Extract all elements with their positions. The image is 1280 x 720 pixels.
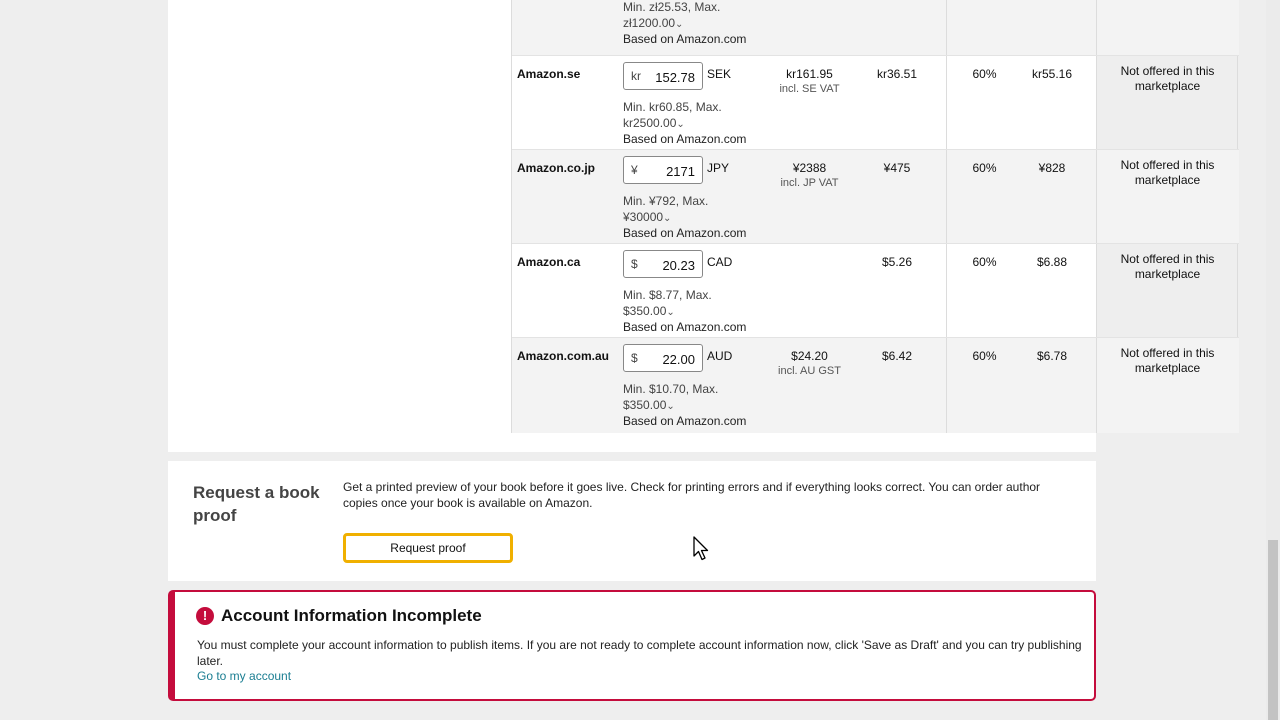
currency-symbol: ¥ <box>631 163 638 177</box>
list-price-input[interactable]: $ 20.23 <box>623 250 703 278</box>
price-range: Min. $8.77, Max. $350.00⌄ Based on Amazo… <box>623 288 753 336</box>
list-price-with-tax: ¥2388 incl. JP VAT <box>752 161 867 190</box>
currency-code: JPY <box>707 161 730 175</box>
alert-message: You must complete your account informati… <box>197 638 1082 668</box>
table-row-partial: Min. zł25.53, Max. zł1200.00⌄ Based on A… <box>512 0 1239 56</box>
marketplace-name: Amazon.se <box>517 67 581 81</box>
royalty-rate: 60% <box>972 255 997 269</box>
price-value[interactable]: 2171 <box>666 164 695 179</box>
expanded-distribution-status: Not offered in this marketplace <box>1120 158 1215 187</box>
table-row: Amazon.se kr 152.78 SEK Min. kr60.85, Ma… <box>512 56 1239 150</box>
price-range: Min. ¥792, Max. ¥30000⌄ Based on Amazon.… <box>623 194 753 242</box>
column-divider <box>946 244 947 337</box>
price-range: Min. $10.70, Max. $350.00⌄ Based on Amaz… <box>623 382 753 430</box>
royalty-amount: $6.78 <box>1036 349 1068 363</box>
table-row: Amazon.ca $ 20.23 CAD Min. $8.77, Max. $… <box>512 244 1239 338</box>
royalty-rate: 60% <box>972 349 997 363</box>
price-range-min: Min. kr60.85, Max. <box>623 100 722 114</box>
royalty-amount: kr55.16 <box>1031 67 1073 81</box>
column-divider <box>946 150 947 243</box>
list-price-with-tax: kr161.95 incl. SE VAT <box>752 67 867 96</box>
scrollbar-thumb[interactable] <box>1268 540 1278 720</box>
pricing-table: Min. zł25.53, Max. zł1200.00⌄ Based on A… <box>511 0 1239 433</box>
price-range-max: $350.00 <box>623 397 667 412</box>
table-row: Amazon.co.jp ¥ 2171 JPY Min. ¥792, Max. … <box>512 150 1239 244</box>
error-icon: ! <box>196 607 214 625</box>
based-on-label: Based on Amazon.com <box>623 320 747 334</box>
price-range-min: Min. $10.70, Max. <box>623 382 719 396</box>
chevron-down-icon[interactable]: ⌄ <box>675 19 683 30</box>
price-range-max: zł1200.00 <box>623 15 676 30</box>
price-range-max: $350.00 <box>623 303 667 318</box>
column-divider <box>1096 0 1097 55</box>
printing-cost: ¥475 <box>883 161 911 175</box>
marketplace-name: Amazon.ca <box>517 255 581 269</box>
price-value[interactable]: 22.00 <box>662 352 695 367</box>
go-to-account-link[interactable]: Go to my account <box>197 669 291 683</box>
table-row: Amazon.com.au $ 22.00 AUD Min. $10.70, M… <box>512 338 1239 433</box>
based-on-label: Based on Amazon.com <box>623 132 747 146</box>
column-divider <box>1096 338 1097 433</box>
marketplace-name: Amazon.com.au <box>517 349 610 363</box>
printing-cost: kr36.51 <box>876 67 918 81</box>
list-price-input[interactable]: kr 152.78 <box>623 62 703 90</box>
list-price-value: kr161.95 <box>786 67 833 81</box>
expanded-distribution-status: Not offered in this marketplace <box>1120 252 1215 281</box>
request-proof-button[interactable]: Request proof <box>343 533 513 563</box>
price-range: Min. zł25.53, Max. zł1200.00⌄ Based on A… <box>623 0 753 48</box>
list-price-value: ¥2388 <box>792 161 827 175</box>
price-range-min: Min. $8.77, Max. <box>623 288 712 302</box>
chevron-down-icon[interactable]: ⌄ <box>676 119 684 130</box>
column-divider <box>946 56 947 149</box>
page-scrollbar[interactable] <box>1266 0 1280 720</box>
price-range: Min. kr60.85, Max. kr2500.00⌄ Based on A… <box>623 100 753 148</box>
chevron-down-icon[interactable]: ⌄ <box>663 213 671 224</box>
pricing-panel: Min. zł25.53, Max. zł1200.00⌄ Based on A… <box>168 0 1239 452</box>
column-divider <box>1096 56 1097 149</box>
currency-symbol: kr <box>631 69 641 83</box>
price-range-min: Min. zł25.53, Max. <box>623 0 721 14</box>
book-proof-description: Get a printed preview of your book befor… <box>343 480 1041 510</box>
column-divider <box>946 338 947 433</box>
column-divider <box>946 0 947 55</box>
printing-cost: $6.42 <box>881 349 913 363</box>
chevron-down-icon[interactable]: ⌄ <box>666 307 674 318</box>
royalty-rate: 60% <box>972 67 997 81</box>
currency-code: SEK <box>707 67 732 81</box>
list-price-input[interactable]: ¥ 2171 <box>623 156 703 184</box>
price-range-max: ¥30000 <box>623 209 664 224</box>
account-incomplete-alert: ! Account Information Incomplete You mus… <box>168 590 1096 701</box>
marketplace-name: Amazon.co.jp <box>517 161 596 175</box>
based-on-label: Based on Amazon.com <box>623 414 747 428</box>
currency-code: CAD <box>707 255 733 269</box>
vat-note: incl. SE VAT <box>779 83 840 95</box>
royalty-amount: $6.88 <box>1036 255 1068 269</box>
based-on-label: Based on Amazon.com <box>623 32 747 46</box>
currency-symbol: $ <box>631 257 638 271</box>
price-range-max: kr2500.00 <box>623 115 677 130</box>
royalty-amount: ¥828 <box>1038 161 1066 175</box>
list-price-input[interactable]: $ 22.00 <box>623 344 703 372</box>
book-proof-heading: Request a book proof <box>193 483 320 525</box>
list-price-with-tax: $24.20 incl. AU GST <box>752 349 867 378</box>
currency-symbol: $ <box>631 351 638 365</box>
alert-title: Account Information Incomplete <box>221 606 482 625</box>
price-value[interactable]: 20.23 <box>662 258 695 273</box>
currency-code: AUD <box>707 349 733 363</box>
vat-note: incl. JP VAT <box>780 177 839 189</box>
based-on-label: Based on Amazon.com <box>623 226 747 240</box>
list-price-value: $24.20 <box>791 349 828 363</box>
expanded-distribution-status: Not offered in this marketplace <box>1120 346 1215 375</box>
mouse-cursor-icon <box>693 536 709 561</box>
column-divider <box>1096 150 1097 243</box>
chevron-down-icon[interactable]: ⌄ <box>666 401 674 412</box>
expanded-distribution-status: Not offered in this marketplace <box>1120 64 1215 93</box>
price-range-min: Min. ¥792, Max. <box>623 194 709 208</box>
column-divider <box>1096 244 1097 337</box>
book-proof-panel: Request a book proof Get a printed previ… <box>168 461 1096 581</box>
printing-cost: $5.26 <box>881 255 913 269</box>
vat-note: incl. AU GST <box>778 365 841 377</box>
royalty-rate: 60% <box>972 161 997 175</box>
price-value[interactable]: 152.78 <box>655 70 695 85</box>
